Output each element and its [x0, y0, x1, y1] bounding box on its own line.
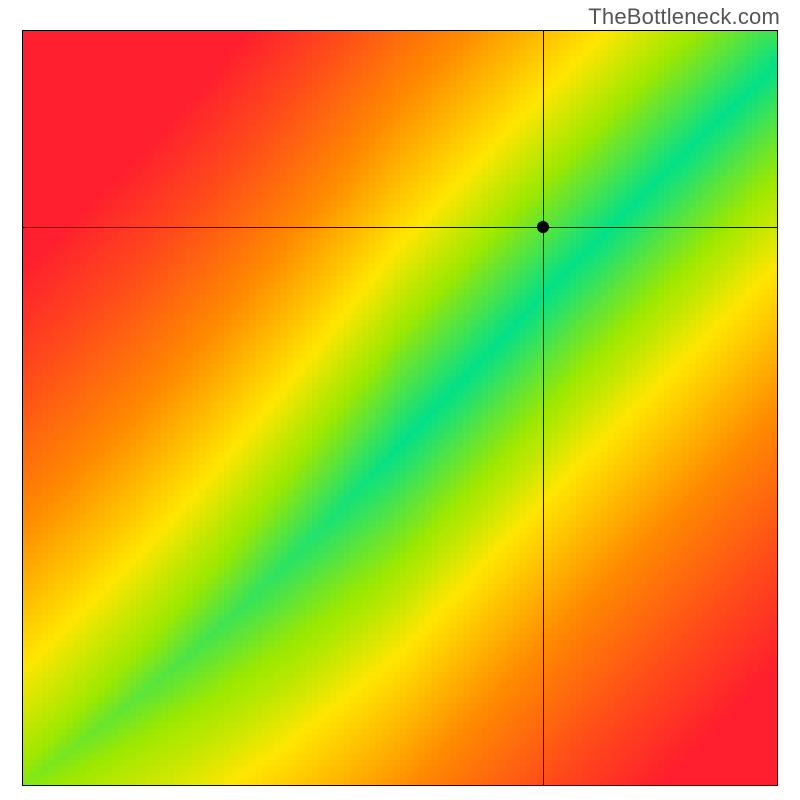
heatmap-canvas [23, 31, 777, 785]
watermark-text: TheBottleneck.com [588, 4, 780, 30]
crosshair-vertical [543, 31, 544, 785]
marker-dot [537, 221, 549, 233]
heatmap-plot [22, 30, 778, 786]
crosshair-horizontal [23, 227, 777, 228]
